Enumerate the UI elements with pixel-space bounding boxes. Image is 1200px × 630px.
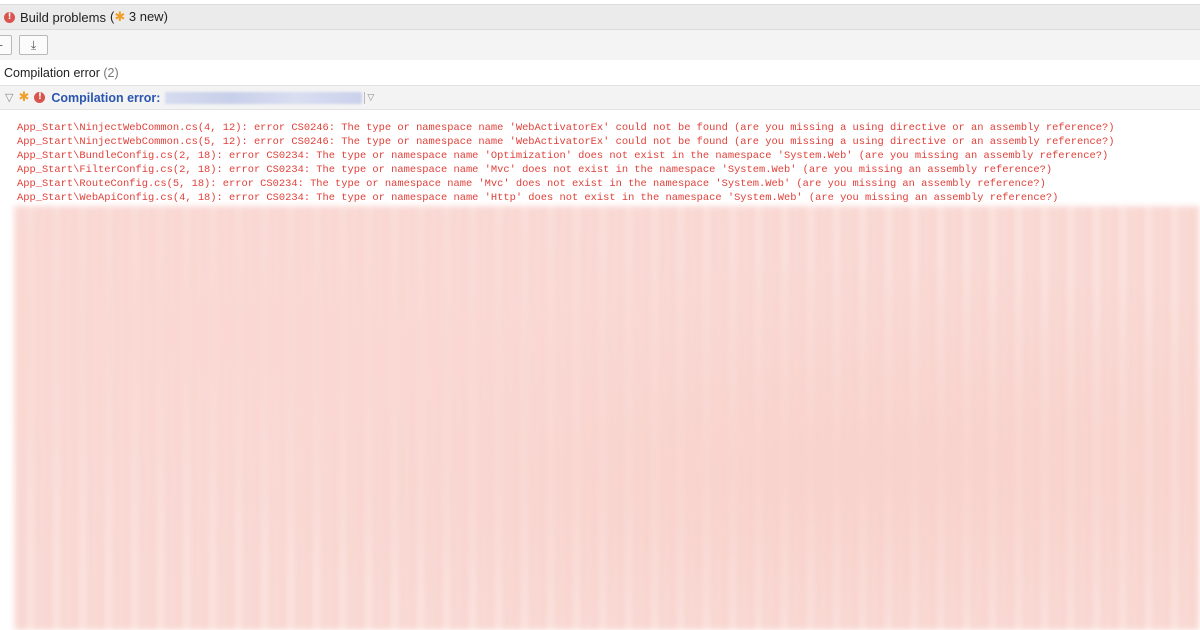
redacted-text [165,91,363,104]
log-line: App_Start\NinjectWebCommon.cs(5, 12): er… [17,136,1115,148]
log-line: App_Start\NinjectWebCommon.cs(4, 12): er… [17,122,1115,134]
section-count: (2) [103,66,119,80]
problem-title-link[interactable]: Compilation error: [51,91,160,105]
dropdown-icon[interactable]: ▽ [367,93,374,103]
collapse-icon: – [0,38,3,52]
divider [364,91,366,104]
new-count: 3 new) [128,9,168,24]
log-line: App_Start\WebApiConfig.cs(4, 18): error … [17,192,1059,204]
log-line: App_Start\BundleConfig.cs(2, 18): error … [17,150,1109,162]
new-star-icon: ✱ [114,10,126,25]
error-icon: ! [34,92,46,103]
collapse-button[interactable]: – [0,35,12,55]
build-problems-title: Build problems [20,9,106,25]
log-line: App_Start\RouteConfig.cs(5, 18): error C… [17,178,1046,190]
problem-row[interactable]: ▽ ✱ ! Compilation error: ▽ [0,85,1200,110]
error-icon: ! [4,11,15,23]
section-title: Compilation error (2) [4,66,119,80]
build-log: App_Start\NinjectWebCommon.cs(4, 12): er… [17,121,1114,205]
log-line: App_Start\FilterConfig.cs(2, 18): error … [17,164,1053,176]
new-star-icon: ✱ [18,90,30,105]
download-button[interactable]: ⤓ [19,35,48,55]
redacted-log-area [14,206,1200,630]
build-problems-header: ! Build problems (✱ 3 new) [0,4,1200,30]
expand-toggle-icon[interactable]: ▽ [5,91,13,104]
toolbar: – ⤓ [0,30,1200,60]
new-problems-badge: (✱ 3 new) [110,9,168,25]
section-title-label: Compilation error [4,66,100,80]
download-icon: ⤓ [30,37,37,52]
